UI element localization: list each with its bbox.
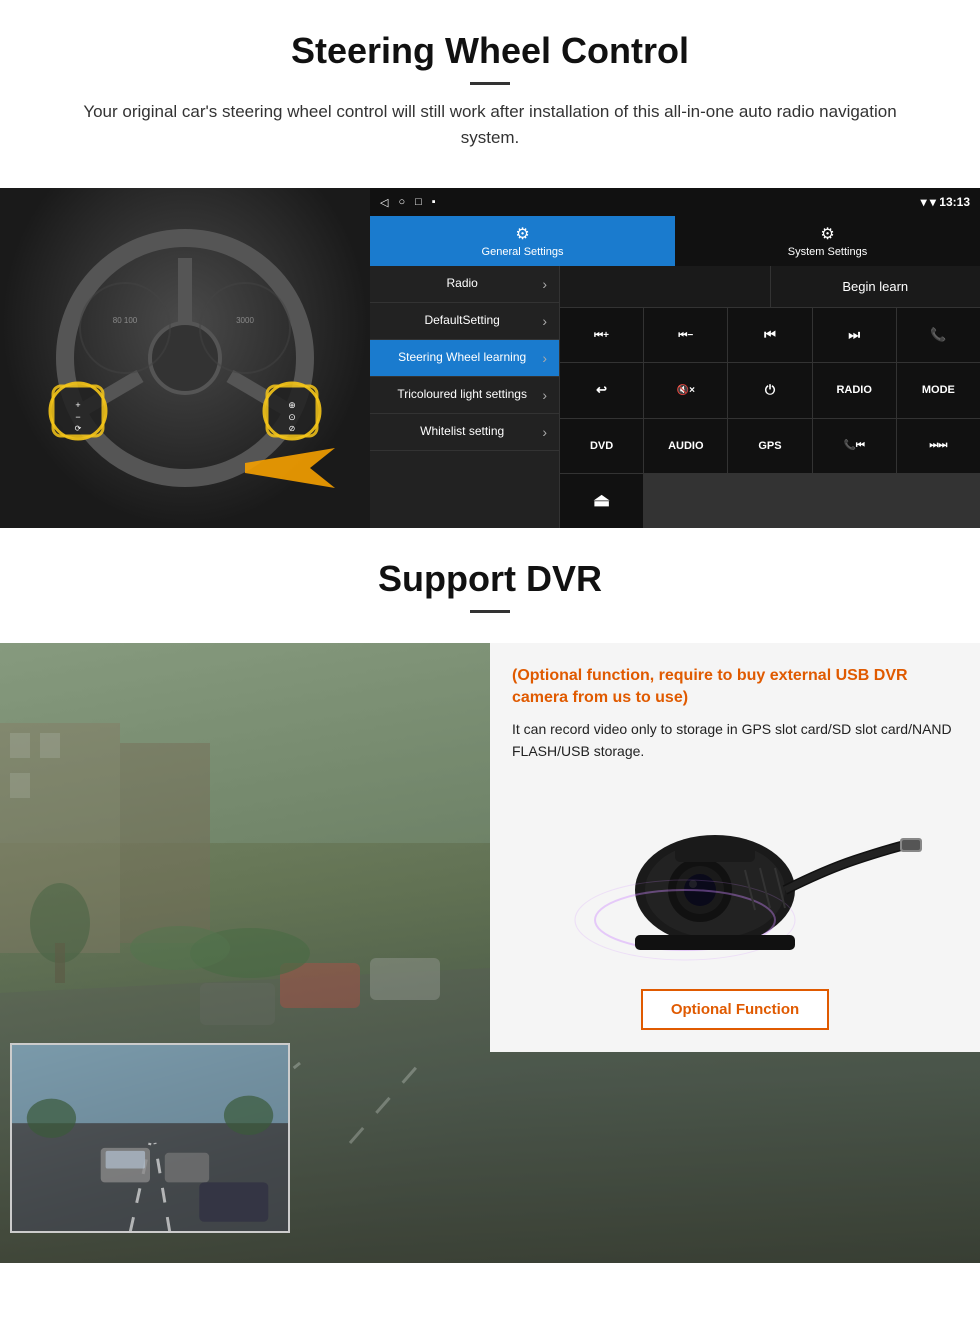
dvr-optional-text: (Optional function, require to buy exter… [512, 665, 958, 710]
ctrl-mode[interactable]: MODE [897, 363, 980, 417]
time-display: 13:13 [939, 195, 970, 209]
right-panel: Begin learn ⏮+ ⏮− ⏮ ⏭ 📞 ↩ 🔇× ⏻ RADIO MOD… [560, 266, 980, 528]
menu-item-defaultsetting[interactable]: DefaultSetting › [370, 303, 559, 340]
dvr-small-image [10, 1043, 290, 1233]
signal-icon: ▾ ▾ [921, 195, 940, 209]
dvr-camera-image [512, 775, 958, 975]
tab-system[interactable]: ⚙ System Settings [675, 216, 980, 266]
dvr-info-card: (Optional function, require to buy exter… [490, 643, 980, 1052]
svg-text:80 100: 80 100 [113, 316, 138, 325]
android-status-bar: ◁ ○ □ ▪ ▾ ▾ 13:13 [370, 188, 980, 216]
menu-list: Radio › DefaultSetting › Steering Wheel … [370, 266, 560, 528]
ctrl-next[interactable]: ⏭ [813, 308, 896, 362]
menu-item-radio-label: Radio [382, 276, 542, 292]
ctrl-media[interactable]: ⏏ [560, 474, 643, 528]
dvr-section: Support DVR [0, 528, 980, 1263]
ctrl-phone-prev[interactable]: 📞⏮ [813, 419, 896, 473]
svg-text:⟳: ⟳ [75, 424, 82, 433]
svg-text:⊕: ⊕ [288, 400, 296, 410]
gear-icon: ⚙ [515, 224, 529, 244]
ctrl-dvd[interactable]: DVD [560, 419, 643, 473]
tab-general-label: General Settings [482, 246, 564, 258]
dvr-description: It can record video only to storage in G… [512, 718, 958, 763]
chevron-icon-steering: › [542, 350, 547, 366]
optional-function-button[interactable]: Optional Function [641, 989, 829, 1030]
dvr-header: Support DVR [0, 528, 980, 643]
android-screen: ◁ ○ □ ▪ ▾ ▾ 13:13 ⚙ General Settings ⚙ S… [370, 188, 980, 528]
tab-general[interactable]: ⚙ General Settings [370, 216, 675, 266]
svg-text:+: + [75, 400, 80, 410]
back-icon[interactable]: ◁ [380, 196, 388, 209]
tab-system-label: System Settings [788, 246, 867, 258]
ctrl-phone[interactable]: 📞 [897, 308, 980, 362]
ctrl-vol-up[interactable]: ⏮+ [560, 308, 643, 362]
dvr-small-view-svg [12, 1043, 288, 1233]
ctrl-power[interactable]: ⏻ [728, 363, 811, 417]
status-right: ▾ ▾ 13:13 [921, 195, 970, 209]
menu-item-defaultsetting-label: DefaultSetting [382, 313, 542, 329]
menu-item-steering-label: Steering Wheel learning [382, 350, 542, 366]
dvr-camera-svg [545, 780, 925, 970]
dvr-title-divider [470, 610, 510, 613]
menu-item-whitelist[interactable]: Whitelist setting › [370, 414, 559, 451]
chevron-icon-whitelist: › [542, 424, 547, 440]
android-content: Radio › DefaultSetting › Steering Wheel … [370, 266, 980, 528]
save-icon[interactable]: ▪ [432, 196, 436, 208]
dvr-small-image-inner [12, 1045, 288, 1231]
ctrl-radio[interactable]: RADIO [813, 363, 896, 417]
begin-learn-button[interactable]: Begin learn [770, 266, 980, 307]
ctrl-next2[interactable]: ⏭⏭ [897, 419, 980, 473]
recent-icon[interactable]: □ [415, 196, 422, 208]
ctrl-mute[interactable]: 🔇× [644, 363, 727, 417]
menu-item-whitelist-label: Whitelist setting [382, 424, 542, 440]
status-left: ◁ ○ □ ▪ [380, 196, 436, 209]
chevron-icon-tricoloured: › [542, 387, 547, 403]
menu-item-tricoloured-label: Tricoloured light settings [382, 387, 542, 403]
optional-function-btn-row: Optional Function [512, 989, 958, 1030]
svg-text:3000: 3000 [236, 316, 254, 325]
svg-text:⊙: ⊙ [288, 412, 296, 422]
steering-wheel-svg: + − ⟳ ⊕ ⊙ ⊘ 80 100 3000 [25, 208, 345, 508]
steering-photo-inner: + − ⟳ ⊕ ⊙ ⊘ 80 100 3000 [0, 188, 370, 528]
android-tabs: ⚙ General Settings ⚙ System Settings [370, 216, 980, 266]
ctrl-buttons-grid: ⏮+ ⏮− ⏮ ⏭ 📞 ↩ 🔇× ⏻ RADIO MODE DVD AUDIO … [560, 308, 980, 528]
steering-description: Your original car's steering wheel contr… [60, 99, 920, 150]
chevron-icon-radio: › [542, 276, 547, 292]
dvr-background: (Optional function, require to buy exter… [0, 643, 980, 1263]
svg-text:−: − [75, 412, 80, 422]
system-icon: ⚙ [820, 224, 834, 244]
menu-item-radio[interactable]: Radio › [370, 266, 559, 303]
ctrl-vol-down[interactable]: ⏮− [644, 308, 727, 362]
svg-text:⊘: ⊘ [289, 424, 296, 433]
title-divider [470, 82, 510, 85]
ctrl-audio[interactable]: AUDIO [644, 419, 727, 473]
steering-title: Steering Wheel Control [40, 30, 940, 72]
steering-section: Steering Wheel Control Your original car… [0, 0, 980, 188]
chevron-icon-default: › [542, 313, 547, 329]
menu-item-tricoloured[interactable]: Tricoloured light settings › [370, 377, 559, 414]
steering-photo: + − ⟳ ⊕ ⊙ ⊘ 80 100 3000 [0, 188, 370, 528]
ctrl-gps[interactable]: GPS [728, 419, 811, 473]
dvr-title: Support DVR [40, 558, 940, 600]
ctrl-back[interactable]: ↩ [560, 363, 643, 417]
home-icon[interactable]: ○ [398, 196, 405, 208]
menu-item-steering-learning[interactable]: Steering Wheel learning › [370, 340, 559, 377]
android-ui-container: + − ⟳ ⊕ ⊙ ⊘ 80 100 3000 [0, 188, 980, 528]
ctrl-prev[interactable]: ⏮ [728, 308, 811, 362]
begin-learn-row: Begin learn [560, 266, 980, 308]
